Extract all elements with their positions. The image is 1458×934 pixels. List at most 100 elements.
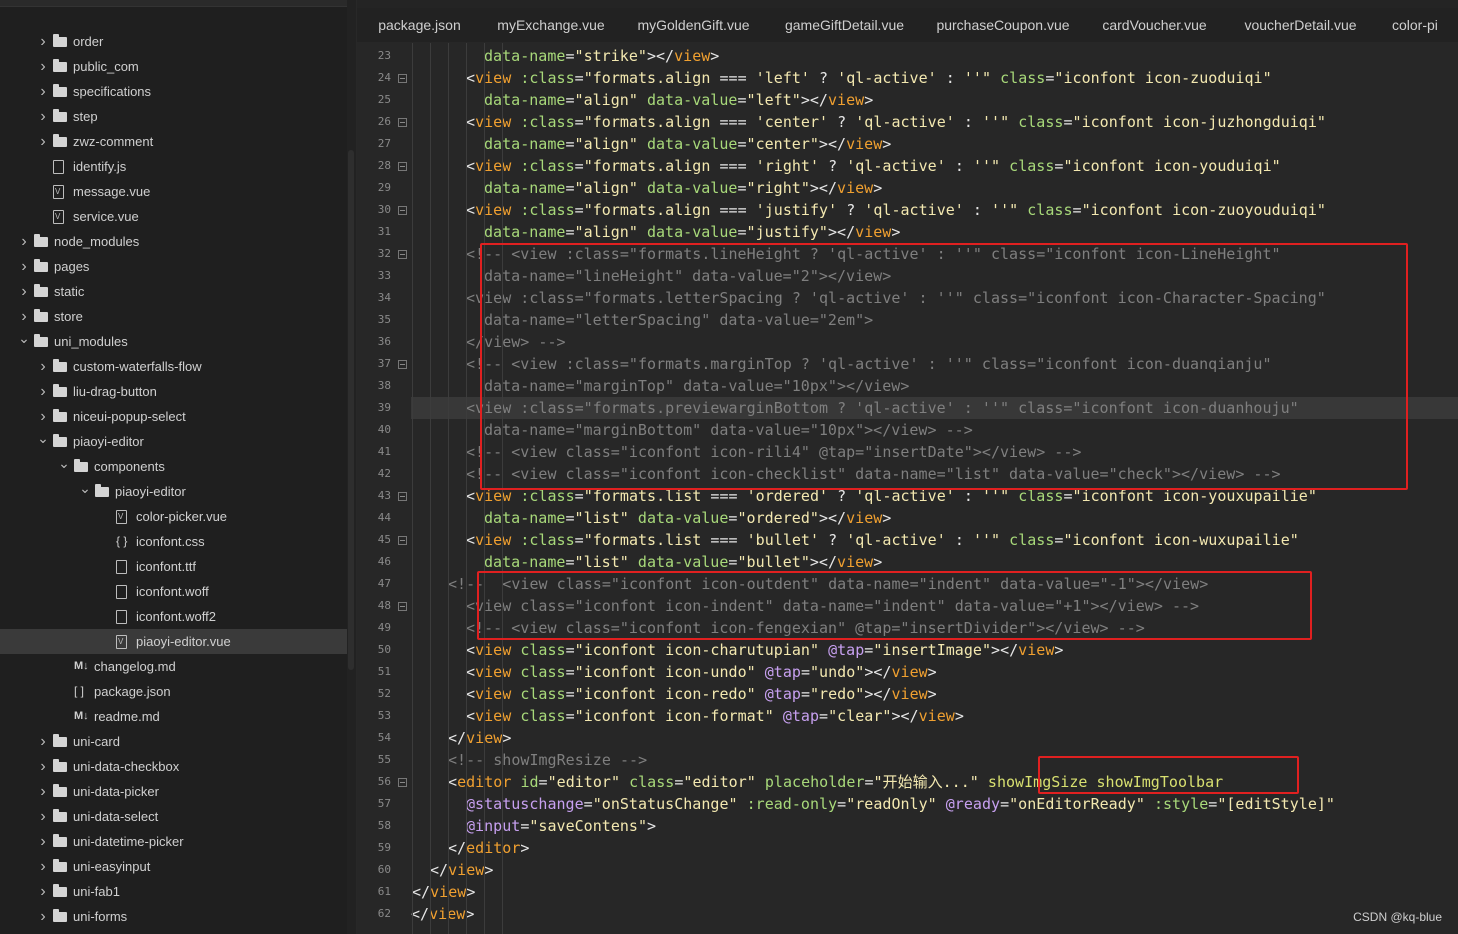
chevron-right-icon[interactable]: › [37, 404, 49, 429]
tree-item-static[interactable]: › static [0, 279, 348, 304]
code-line[interactable]: <view class="iconfont icon-charutupian" … [411, 639, 1458, 661]
chevron-right-icon[interactable]: › [37, 379, 49, 404]
tab-gamegiftdetail-vue[interactable]: gameGiftDetail.vue [767, 8, 923, 42]
tree-item-uni-datetime-picker[interactable]: › uni-datetime-picker [0, 829, 348, 854]
tree-item-liu-drag-button[interactable]: › liu-drag-button [0, 379, 348, 404]
code-line[interactable]: <view class="iconfont icon-undo" @tap="u… [411, 661, 1458, 683]
chevron-right-icon[interactable]: › [37, 804, 49, 829]
tree-item-niceui-popup-select[interactable]: › niceui-popup-select [0, 404, 348, 429]
tree-item-piaoyi-editor[interactable]: ⌄ piaoyi-editor [0, 479, 348, 504]
tree-item-service-vue[interactable]: service.vue [0, 204, 348, 229]
chevron-right-icon[interactable]: › [37, 779, 49, 804]
code-line[interactable]: <view :class="formats.align === 'justify… [411, 199, 1458, 221]
tree-item-store[interactable]: › store [0, 304, 348, 329]
code-line[interactable]: </view> [411, 881, 1458, 903]
tree-item-readme-md[interactable]: M↓ readme.md [0, 704, 348, 729]
tree-item-uni-modules[interactable]: ⌄ uni_modules [0, 329, 348, 354]
code-line[interactable]: data-name="align" data-value="right"></v… [411, 177, 1458, 199]
tree-item-step[interactable]: › step [0, 104, 348, 129]
code-line[interactable]: <view :class="formats.align === 'center'… [411, 111, 1458, 133]
fold-toggle-icon[interactable] [398, 118, 407, 127]
tree-item-color-picker-vue[interactable]: color-picker.vue [0, 504, 348, 529]
tree-item-package-json[interactable]: [ ] package.json [0, 679, 348, 704]
chevron-right-icon[interactable]: › [37, 729, 49, 754]
chevron-down-icon[interactable]: ⌄ [18, 329, 30, 354]
fold-toggle-icon[interactable] [398, 250, 407, 259]
tree-item-iconfont-ttf[interactable]: iconfont.ttf [0, 554, 348, 579]
chevron-right-icon[interactable]: › [37, 904, 49, 929]
tab-package-json[interactable]: package.json [357, 8, 483, 42]
tree-item-specifications[interactable]: › specifications [0, 79, 348, 104]
code-line[interactable]: <view :class="formats.align === 'right' … [411, 155, 1458, 177]
chevron-right-icon[interactable]: › [37, 104, 49, 129]
chevron-down-icon[interactable]: ⌄ [79, 479, 91, 504]
code-line[interactable]: </editor> [411, 837, 1458, 859]
tab-voucherdetail-vue[interactable]: voucherDetail.vue [1225, 8, 1377, 42]
tree-item-iconfont-css[interactable]: { } iconfont.css [0, 529, 348, 554]
chevron-right-icon[interactable]: › [18, 279, 30, 304]
chevron-right-icon[interactable]: › [37, 79, 49, 104]
tree-item-identify-js[interactable]: identify.js [0, 154, 348, 179]
chevron-right-icon[interactable]: › [37, 854, 49, 879]
code-line[interactable]: data-name="align" data-value="center"></… [411, 133, 1458, 155]
code-line[interactable]: data-name="list" data-value="ordered"></… [411, 507, 1458, 529]
tree-item-uni-card[interactable]: › uni-card [0, 729, 348, 754]
tab-mygoldengift-vue[interactable]: myGoldenGift.vue [620, 8, 768, 42]
code-line[interactable]: </view> [411, 859, 1458, 881]
tree-item-uni-data-select[interactable]: › uni-data-select [0, 804, 348, 829]
tab-myexchange-vue[interactable]: myExchange.vue [482, 8, 621, 42]
code-line[interactable]: <view :class="formats.align === 'left' ?… [411, 67, 1458, 89]
chevron-right-icon[interactable]: › [37, 754, 49, 779]
code-line[interactable]: data-name="align" data-value="justify"><… [411, 221, 1458, 243]
tree-item-node-modules[interactable]: › node_modules [0, 229, 348, 254]
fold-toggle-icon[interactable] [398, 162, 407, 171]
fold-toggle-icon[interactable] [398, 206, 407, 215]
code-line[interactable]: <view class="iconfont icon-format" @tap=… [411, 705, 1458, 727]
tree-item-order[interactable]: › order [0, 29, 348, 54]
code-line[interactable]: @statuschange="onStatusChange" :read-onl… [411, 793, 1458, 815]
chevron-right-icon[interactable]: › [37, 879, 49, 904]
tree-item-uni-data-checkbox[interactable]: › uni-data-checkbox [0, 754, 348, 779]
tree-item-components[interactable]: ⌄ components [0, 454, 348, 479]
code-line[interactable]: </view> [411, 903, 1458, 925]
chevron-down-icon[interactable]: ⌄ [37, 429, 49, 454]
tree-item-public-com[interactable]: › public_com [0, 54, 348, 79]
tree-item-zwz-comment[interactable]: › zwz-comment [0, 129, 348, 154]
chevron-right-icon[interactable]: › [37, 829, 49, 854]
code-line[interactable]: <view class="iconfont icon-redo" @tap="r… [411, 683, 1458, 705]
code-line[interactable]: <editor id="editor" class="editor" place… [411, 771, 1458, 793]
chevron-right-icon[interactable]: › [18, 304, 30, 329]
chevron-right-icon[interactable]: › [37, 29, 49, 54]
tree-item-uni-forms[interactable]: › uni-forms [0, 904, 348, 929]
code-line[interactable]: data-name="list" data-value="bullet"></v… [411, 551, 1458, 573]
chevron-right-icon[interactable]: › [37, 129, 49, 154]
tree-item-iconfont-woff[interactable]: iconfont.woff [0, 579, 348, 604]
fold-toggle-icon[interactable] [398, 492, 407, 501]
code-line[interactable]: data-name="strike"></view> [411, 45, 1458, 67]
tree-item-pages[interactable]: › pages [0, 254, 348, 279]
tree-item-uni-easyinput[interactable]: › uni-easyinput [0, 854, 348, 879]
chevron-right-icon[interactable]: › [18, 229, 30, 254]
chevron-down-icon[interactable]: ⌄ [58, 454, 70, 479]
fold-toggle-icon[interactable] [398, 602, 407, 611]
fold-toggle-icon[interactable] [398, 74, 407, 83]
tab-color-pi[interactable]: color-pi [1376, 8, 1458, 42]
chevron-right-icon[interactable]: › [37, 54, 49, 79]
code-line[interactable]: <!-- showImgResize --> [411, 749, 1458, 771]
tree-item-uni-fab1[interactable]: › uni-fab1 [0, 879, 348, 904]
chevron-right-icon[interactable]: › [37, 354, 49, 379]
tree-item-message-vue[interactable]: message.vue [0, 179, 348, 204]
tab-purchasecoupon-vue[interactable]: purchaseCoupon.vue [922, 8, 1085, 42]
chevron-right-icon[interactable]: › [18, 254, 30, 279]
tree-item-changelog-md[interactable]: M↓ changelog.md [0, 654, 348, 679]
tree-item-iconfont-woff2[interactable]: iconfont.woff2 [0, 604, 348, 629]
code-line[interactable]: data-name="align" data-value="left"></vi… [411, 89, 1458, 111]
tree-item-piaoyi-editor-vue[interactable]: piaoyi-editor.vue [0, 629, 348, 654]
tree-item-custom-waterfalls-flow[interactable]: › custom-waterfalls-flow [0, 354, 348, 379]
fold-toggle-icon[interactable] [398, 536, 407, 545]
tree-item-uni-data-picker[interactable]: › uni-data-picker [0, 779, 348, 804]
fold-toggle-icon[interactable] [398, 360, 407, 369]
code-line[interactable]: <view :class="formats.list === 'bullet' … [411, 529, 1458, 551]
code-line[interactable]: </view> [411, 727, 1458, 749]
code-line[interactable]: @input="saveContens"> [411, 815, 1458, 837]
